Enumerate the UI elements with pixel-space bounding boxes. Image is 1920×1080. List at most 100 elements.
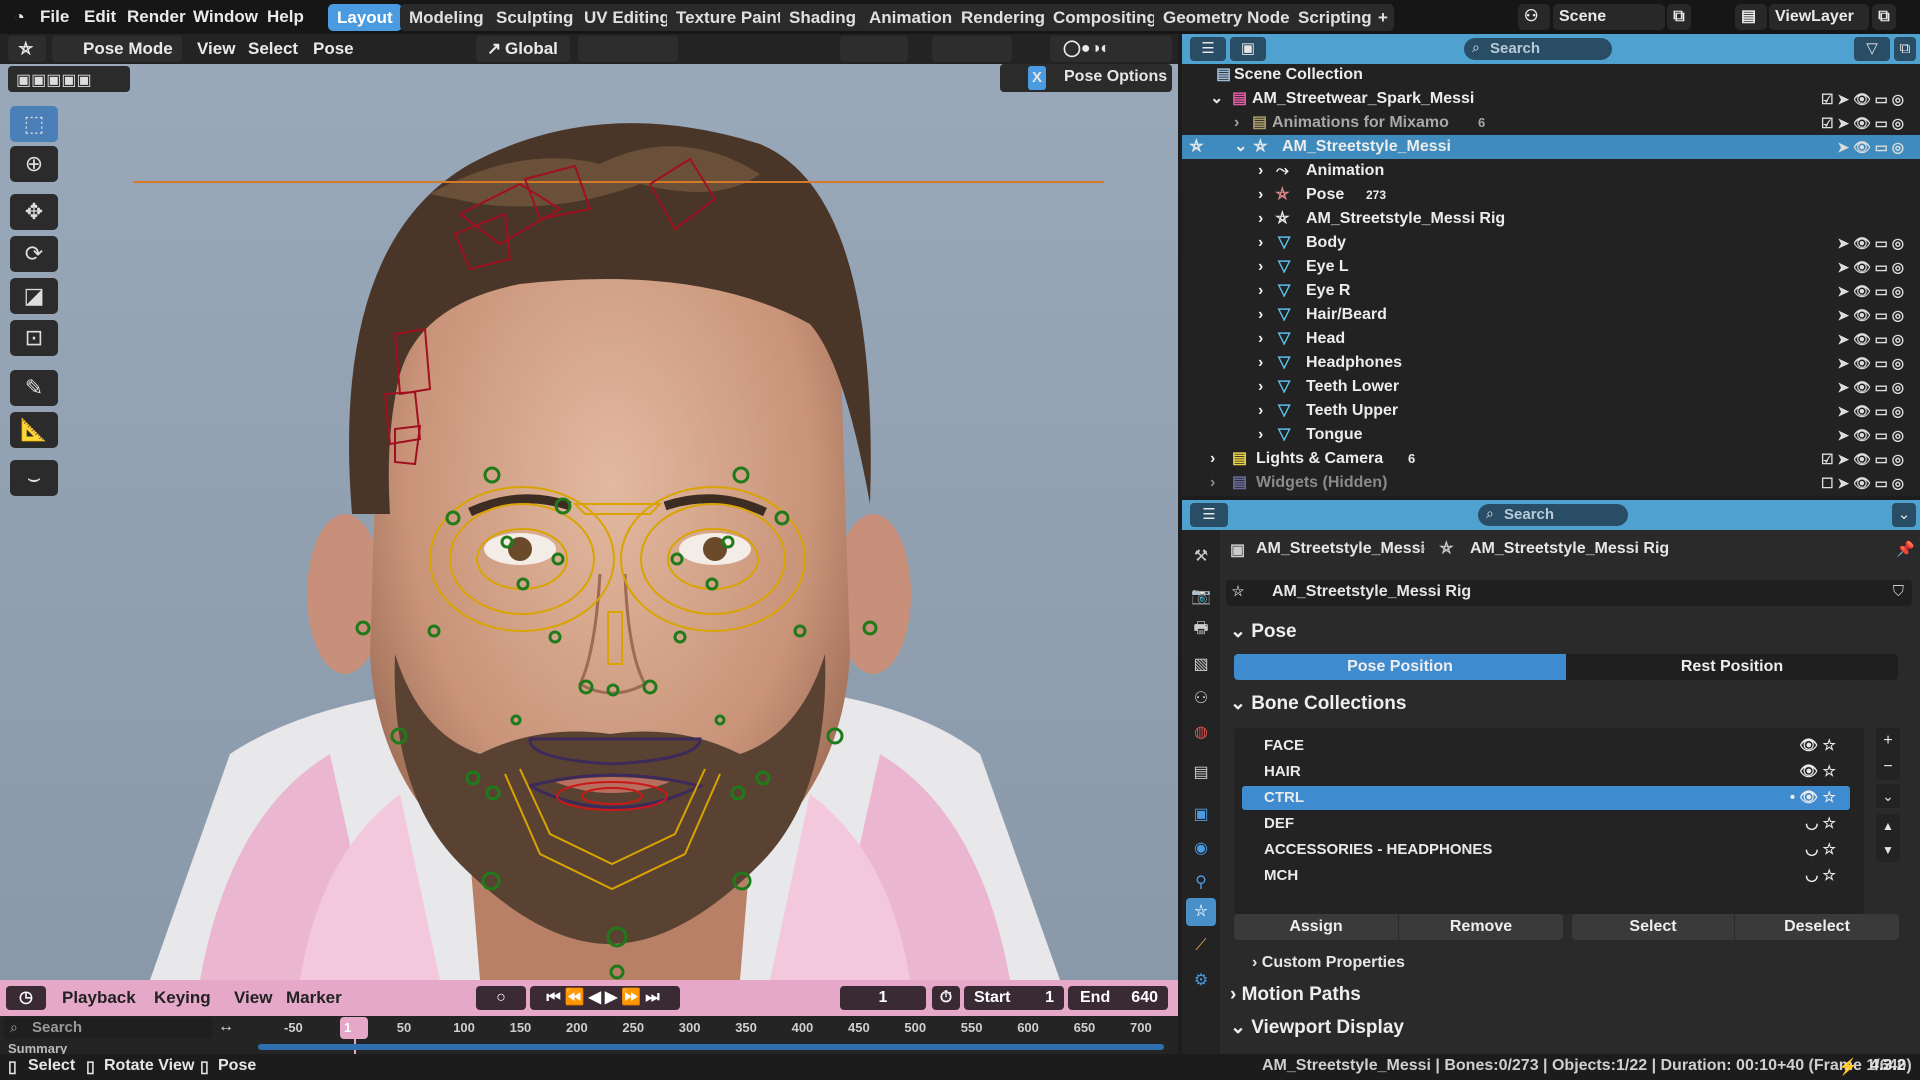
- transform-tool-icon[interactable]: ⊡: [10, 320, 58, 356]
- row-toggles[interactable]: ➤ 👁 ▭ ◎: [1837, 279, 1904, 303]
- bone-collection-def[interactable]: DEF ◡ ☆: [1242, 812, 1850, 836]
- viewport-display-panel-header[interactable]: ⌄ Viewport Display: [1230, 1016, 1404, 1039]
- outliner-row-rig[interactable]: › ⛥ AM_Streetstyle_Messi Rig: [1182, 207, 1920, 231]
- breadcrumb-object[interactable]: AM_Streetstyle_Messi: [1256, 540, 1425, 558]
- visibility-star-icons[interactable]: 👁 ☆: [1799, 734, 1836, 758]
- chevron-right-icon[interactable]: ›: [1210, 471, 1215, 495]
- remove-button[interactable]: Remove: [1399, 914, 1563, 940]
- row-toggles[interactable]: ➤ 👁 ▭ ◎: [1837, 255, 1904, 279]
- chevron-right-icon[interactable]: ›: [1258, 423, 1263, 447]
- outliner-row-head[interactable]: › ▽ Head ➤ 👁 ▭ ◎: [1182, 327, 1920, 351]
- tab-modeling[interactable]: Modeling: [400, 4, 493, 31]
- new-scene-icon[interactable]: ⧉: [1667, 4, 1691, 30]
- breadcrumb-data[interactable]: AM_Streetstyle_Messi Rig: [1470, 540, 1669, 558]
- chevron-right-icon[interactable]: ›: [1258, 159, 1263, 183]
- scene-selector[interactable]: Scene: [1553, 4, 1665, 30]
- filter-icon[interactable]: ▽: [1854, 37, 1890, 61]
- properties-search-box[interactable]: ⌕ Search: [1478, 504, 1628, 526]
- hidden-star-icons[interactable]: ◡ ☆: [1805, 864, 1836, 888]
- timeline-editor-type-icon[interactable]: ◷: [6, 986, 46, 1010]
- tab-uv-editing[interactable]: UV Editing: [575, 4, 679, 31]
- chevron-right-icon[interactable]: ›: [1258, 399, 1263, 423]
- playback-controls[interactable]: ⏮⏪◀▶⏩⏭: [530, 986, 680, 1010]
- bone-collections-panel-header[interactable]: ⌄ Bone Collections: [1230, 692, 1406, 715]
- output-tab-icon[interactable]: 🖶: [1186, 616, 1216, 644]
- move-collection-buttons[interactable]: ▲ ▼: [1876, 814, 1900, 862]
- outliner-row-body[interactable]: › ▽ Body ➤ 👁 ▭ ◎: [1182, 231, 1920, 255]
- chevron-right-icon[interactable]: ›: [1258, 303, 1263, 327]
- pin-icon[interactable]: 📌: [1896, 540, 1915, 558]
- motion-paths-panel-header[interactable]: › Motion Paths: [1230, 984, 1361, 1006]
- shading-modes-icon[interactable]: ◯●◑◐: [1058, 36, 1115, 62]
- pose-panel-header[interactable]: ⌄ Pose: [1230, 620, 1297, 643]
- row-toggles[interactable]: ☑ ➤ 👁 ▭ ◎: [1821, 87, 1904, 111]
- menu-file[interactable]: File: [34, 4, 75, 30]
- physics-tab-icon[interactable]: ◉: [1186, 834, 1216, 862]
- tab-geometry-nodes[interactable]: Geometry Nodes: [1154, 4, 1309, 31]
- timeline-search-box[interactable]: ⌕ Search: [4, 1017, 212, 1039]
- outliner-row-collection[interactable]: ⌄ ▤ AM_Streetwear_Spark_Messi ☑ ➤ 👁 ▭ ◎: [1182, 87, 1920, 111]
- view-layer-selector[interactable]: ViewLayer: [1769, 4, 1869, 30]
- outliner-editor-type-icon[interactable]: ☰: [1190, 37, 1226, 61]
- bone-collection-ctrl[interactable]: CTRL • 👁 ☆: [1242, 786, 1850, 810]
- row-toggles[interactable]: ☑ ➤ 👁 ▭ ◎: [1821, 111, 1904, 135]
- outliner-search-box[interactable]: ⌕ Search: [1464, 38, 1612, 60]
- menu-edit[interactable]: Edit: [78, 4, 122, 30]
- tab-scripting[interactable]: Scripting: [1289, 4, 1381, 31]
- display-mode-icon[interactable]: ▣: [1230, 37, 1266, 61]
- menu-view[interactable]: View: [192, 36, 240, 62]
- swap-icon[interactable]: ↔: [218, 1018, 234, 1036]
- view-layer-icon[interactable]: ▤: [1735, 4, 1767, 30]
- row-toggles[interactable]: ➤ 👁 ▭ ◎: [1837, 303, 1904, 327]
- start-frame-field[interactable]: Start 1: [964, 986, 1064, 1010]
- transform-orientation[interactable]: Global: [500, 36, 563, 62]
- scale-tool-icon[interactable]: ◪: [10, 278, 58, 314]
- tab-sculpting[interactable]: Sculpting: [487, 4, 583, 31]
- chevron-right-icon[interactable]: ›: [1258, 351, 1263, 375]
- timeline-scrollbar[interactable]: [258, 1044, 1164, 1050]
- tab-texture-paint[interactable]: Texture Paint: [667, 4, 792, 31]
- bone-collection-face[interactable]: FACE 👁 ☆: [1242, 734, 1850, 758]
- chevron-right-icon[interactable]: ›: [1258, 231, 1263, 255]
- outliner-search-input[interactable]: Search: [1490, 40, 1540, 57]
- outliner-row-armature-object[interactable]: ⛥ ⌄ ⛥ AM_Streetstyle_Messi ➤ 👁 ▭ ◎: [1182, 135, 1920, 159]
- chevron-right-icon[interactable]: ›: [1258, 279, 1263, 303]
- visibility-star-icons[interactable]: • 👁 ☆: [1790, 786, 1836, 810]
- assign-button[interactable]: Assign: [1234, 914, 1398, 940]
- mode-selector[interactable]: Pose Mode: [78, 36, 178, 62]
- x-mirror-toggle[interactable]: X: [1028, 66, 1046, 90]
- fake-user-shield-icon[interactable]: ⛉: [1893, 583, 1904, 600]
- custom-properties-subpanel[interactable]: › Custom Properties: [1252, 954, 1405, 972]
- measure-tool-icon[interactable]: 📐: [10, 412, 58, 448]
- bone-collection-accessories[interactable]: ACCESSORIES - HEADPHONES ◡ ☆: [1242, 838, 1850, 862]
- chevron-right-icon[interactable]: ›: [1258, 255, 1263, 279]
- menu-render[interactable]: Render: [121, 4, 192, 30]
- datablock-selector[interactable]: ⛥ AM_Streetstyle_Messi Rig ⛉: [1226, 580, 1912, 606]
- pose-position-button[interactable]: Pose Position: [1234, 654, 1566, 680]
- current-frame-field[interactable]: 1: [840, 986, 926, 1010]
- outliner-row-eye-l[interactable]: › ▽ Eye L ➤ 👁 ▭ ◎: [1182, 255, 1920, 279]
- menu-window[interactable]: Window: [187, 4, 264, 30]
- visibility-box[interactable]: [840, 36, 908, 62]
- outliner-row-scene-collection[interactable]: ▤ Scene Collection: [1182, 63, 1920, 87]
- chevron-right-icon[interactable]: ›: [1234, 111, 1239, 135]
- timeline-search-input[interactable]: Search: [32, 1019, 82, 1036]
- bone-collection-mch[interactable]: MCH ◡ ☆: [1242, 864, 1850, 888]
- row-toggles[interactable]: ☐ ➤ 👁 ▭ ◎: [1821, 471, 1904, 495]
- auto-key-toggle[interactable]: ○: [476, 986, 526, 1010]
- outliner-row-eye-r[interactable]: › ▽ Eye R ➤ 👁 ▭ ◎: [1182, 279, 1920, 303]
- deselect-button[interactable]: Deselect: [1735, 914, 1899, 940]
- add-workspace-button[interactable]: +: [1372, 4, 1394, 31]
- row-toggles[interactable]: ➤ 👁 ▭ ◎: [1837, 231, 1904, 255]
- outliner-row-animations[interactable]: › ▤ Animations for Mixamo 6 ☑ ➤ 👁 ▭ ◎: [1182, 111, 1920, 135]
- rest-position-button[interactable]: Rest Position: [1566, 654, 1898, 680]
- overlay-box[interactable]: [932, 36, 1012, 62]
- outliner-row-lights-camera[interactable]: › ▤ Lights & Camera 6 ☑ ➤ 👁 ▭ ◎: [1182, 447, 1920, 471]
- properties-editor-type-icon[interactable]: ☰: [1190, 503, 1228, 527]
- tab-compositing[interactable]: Compositing: [1044, 4, 1166, 31]
- datablock-name-field[interactable]: AM_Streetstyle_Messi Rig: [1272, 583, 1471, 601]
- outliner-row-teeth-upper[interactable]: › ▽ Teeth Upper ➤ 👁 ▭ ◎: [1182, 399, 1920, 423]
- pose-options-dropdown[interactable]: Pose Options: [1064, 68, 1167, 86]
- render-tab-icon[interactable]: 📷: [1186, 582, 1216, 610]
- bone-constraints-tab-icon[interactable]: ⚙: [1186, 966, 1216, 994]
